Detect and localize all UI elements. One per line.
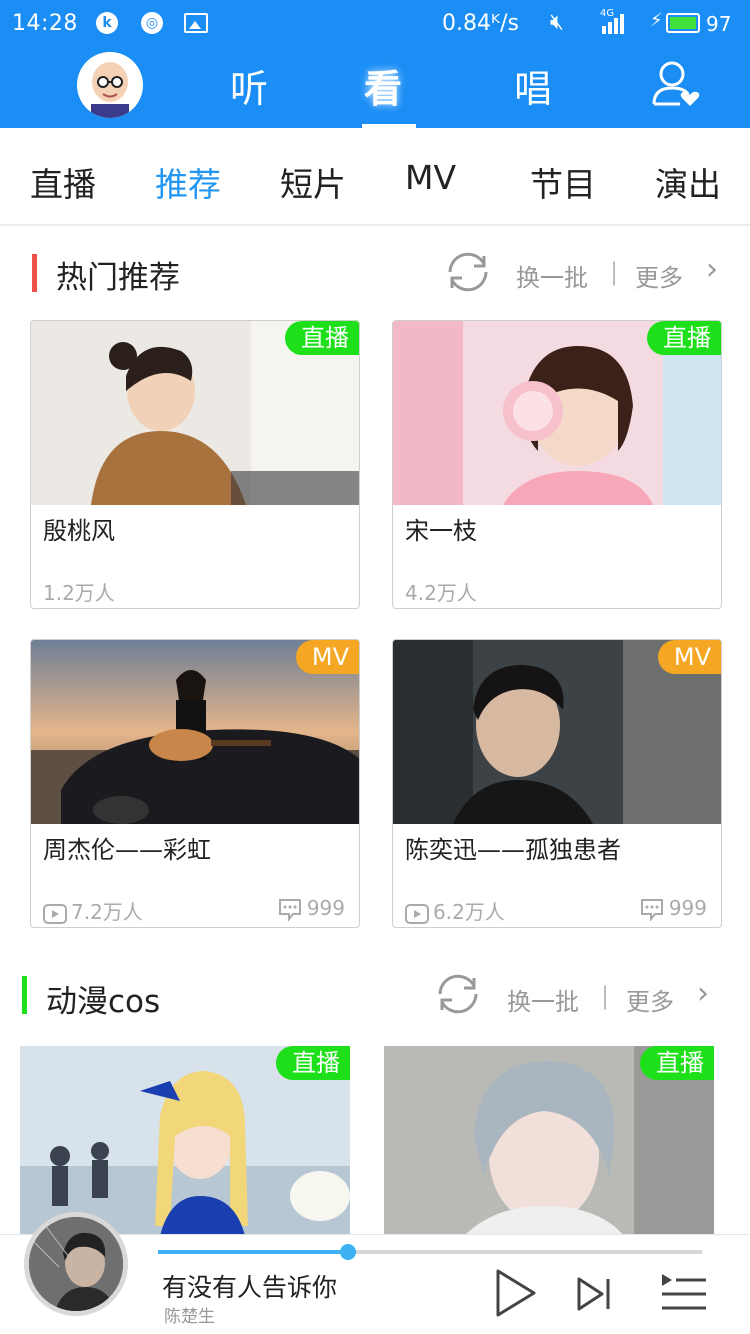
refresh-icon[interactable] <box>430 966 486 1022</box>
live-badge: 直播 <box>285 321 359 355</box>
live-badge: 直播 <box>647 321 721 355</box>
comment-count: 999 <box>277 896 345 922</box>
subtab-shows[interactable]: 演出 <box>655 158 721 206</box>
comment-count-value: 999 <box>668 896 707 920</box>
refresh-icon[interactable] <box>440 244 496 300</box>
subtab-programs[interactable]: 节目 <box>530 158 596 206</box>
tab-sing[interactable]: 唱 <box>514 58 552 113</box>
refresh-button[interactable]: 换一批 <box>507 982 579 1017</box>
viewer-count: 1.2万人 <box>43 581 115 605</box>
chevron-right-icon[interactable]: › <box>697 976 709 1011</box>
circle-app-icon: ◎ <box>141 12 163 34</box>
section-header-anime: 动漫cos 换一批 | 更多 › <box>0 966 750 1026</box>
subtab-live[interactable]: 直播 <box>30 158 96 206</box>
video-card[interactable]: 直播 <box>384 1046 714 1236</box>
image-icon <box>184 13 208 33</box>
k-icon: k <box>96 12 118 34</box>
category-tabs: 直播 推荐 短片 MV 节目 演出 <box>0 128 750 226</box>
section-accent-bar <box>32 254 37 292</box>
now-playing-artist: 陈楚生 <box>164 1307 215 1327</box>
battery-icon <box>666 13 700 33</box>
comment-icon <box>278 898 301 922</box>
user-friends-icon[interactable] <box>650 58 702 110</box>
album-cover[interactable] <box>24 1212 128 1316</box>
card-title: 陈奕迅——孤独患者 <box>405 836 621 864</box>
card-title: 殷桃风 <box>43 517 115 545</box>
play-count-icon <box>405 903 429 924</box>
progress-fill <box>158 1250 349 1254</box>
video-card[interactable]: 直播 宋一枝 4.2万人 <box>392 320 722 609</box>
subtab-recommend[interactable]: 推荐 <box>155 158 221 206</box>
more-button[interactable]: 更多 <box>635 258 683 293</box>
viewer-count: 4.2万人 <box>405 581 477 605</box>
network-speed: 0.84ᴷ/s <box>442 11 519 36</box>
mv-badge: MV <box>657 640 721 674</box>
mute-icon: 🔇︎ <box>550 10 564 35</box>
section-accent-bar <box>22 976 27 1014</box>
playlist-icon[interactable] <box>660 1272 708 1314</box>
chevron-right-icon[interactable]: › <box>706 252 718 287</box>
play-count-value: 6.2万人 <box>433 900 505 924</box>
tab-watch[interactable]: 看 <box>364 58 402 113</box>
more-button[interactable]: 更多 <box>626 982 674 1017</box>
subtab-mv[interactable]: MV <box>405 158 456 197</box>
comment-icon <box>640 898 663 922</box>
refresh-button[interactable]: 换一批 <box>516 258 588 293</box>
video-card[interactable]: MV 陈奕迅——孤独患者 6.2万人 999 <box>392 639 722 928</box>
section-title: 动漫cos <box>46 984 161 1020</box>
mv-badge: MV <box>295 640 359 674</box>
video-card[interactable]: MV 周杰伦——彩虹 7.2万人 999 <box>30 639 360 928</box>
battery-level: 97 <box>706 12 732 36</box>
video-card[interactable]: 直播 <box>20 1046 350 1236</box>
live-badge: 直播 <box>276 1046 350 1080</box>
progress-bar[interactable] <box>158 1244 702 1260</box>
separator: | <box>601 982 610 1010</box>
separator: | <box>610 258 619 286</box>
status-bar: 14:28 k ◎ 0.84ᴷ/s 🔇︎ 4G ⚡ 97 <box>0 0 750 48</box>
play-icon[interactable] <box>494 1268 538 1318</box>
comment-count: 999 <box>639 896 707 922</box>
subtab-shorts[interactable]: 短片 <box>280 158 346 206</box>
signal-icon <box>600 12 626 34</box>
next-track-icon[interactable] <box>576 1276 612 1312</box>
play-count-icon <box>43 903 67 924</box>
play-count: 6.2万人 <box>405 896 505 925</box>
video-card[interactable]: 直播 殷桃风 1.2万人 <box>30 320 360 609</box>
play-count: 7.2万人 <box>43 896 143 925</box>
card-title: 周杰伦——彩虹 <box>43 836 211 864</box>
comment-count-value: 999 <box>306 896 345 920</box>
play-count-value: 7.2万人 <box>71 900 143 924</box>
user-avatar[interactable] <box>77 52 143 118</box>
app-header: 14:28 k ◎ 0.84ᴷ/s 🔇︎ 4G ⚡ 97 听 看 唱 <box>0 0 750 128</box>
card-title: 宋一枝 <box>405 517 477 545</box>
section-header-hot: 热门推荐 换一批 | 更多 › <box>0 242 750 302</box>
section-title: 热门推荐 <box>56 260 180 296</box>
tab-listen[interactable]: 听 <box>230 58 268 113</box>
status-time: 14:28 <box>12 11 78 36</box>
live-badge: 直播 <box>640 1046 714 1080</box>
now-playing-title[interactable]: 有没有人告诉你 <box>162 1268 337 1304</box>
charging-icon: ⚡ <box>650 10 663 31</box>
